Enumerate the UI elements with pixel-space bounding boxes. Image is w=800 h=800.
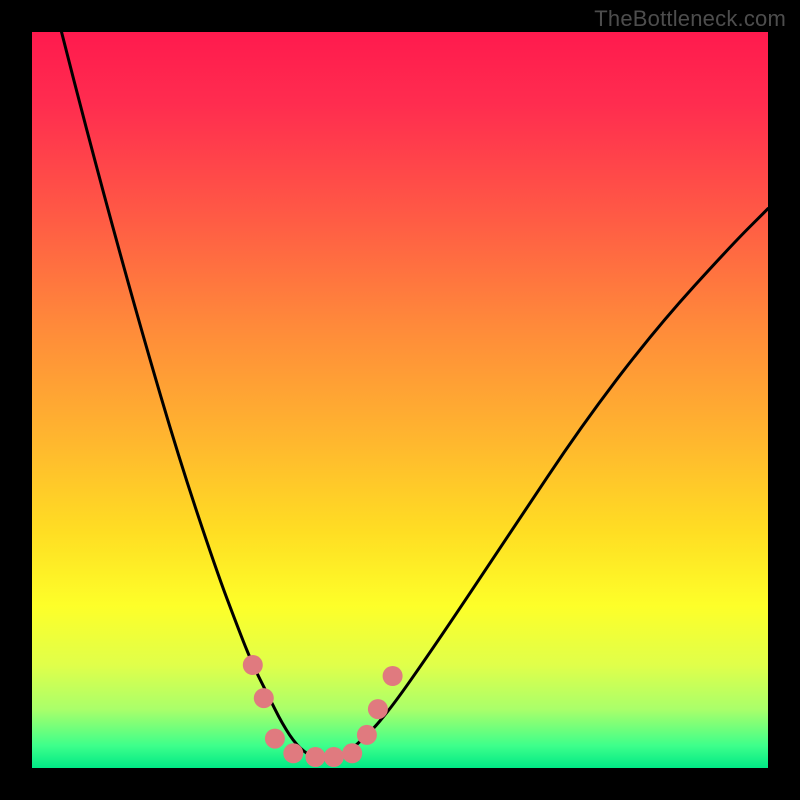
marker-point	[305, 747, 325, 767]
chart-overlay	[32, 32, 768, 768]
marker-point	[254, 688, 274, 708]
marker-point	[243, 655, 263, 675]
plot-area	[32, 32, 768, 768]
bottleneck-curve	[32, 32, 768, 760]
marker-point	[265, 729, 285, 749]
marker-point	[383, 666, 403, 686]
watermark-text: TheBottleneck.com	[594, 6, 786, 32]
marker-point	[283, 743, 303, 763]
marker-point	[324, 747, 344, 767]
marker-group	[243, 655, 403, 767]
outer-frame: TheBottleneck.com	[0, 0, 800, 800]
marker-point	[368, 699, 388, 719]
marker-point	[342, 743, 362, 763]
marker-point	[357, 725, 377, 745]
